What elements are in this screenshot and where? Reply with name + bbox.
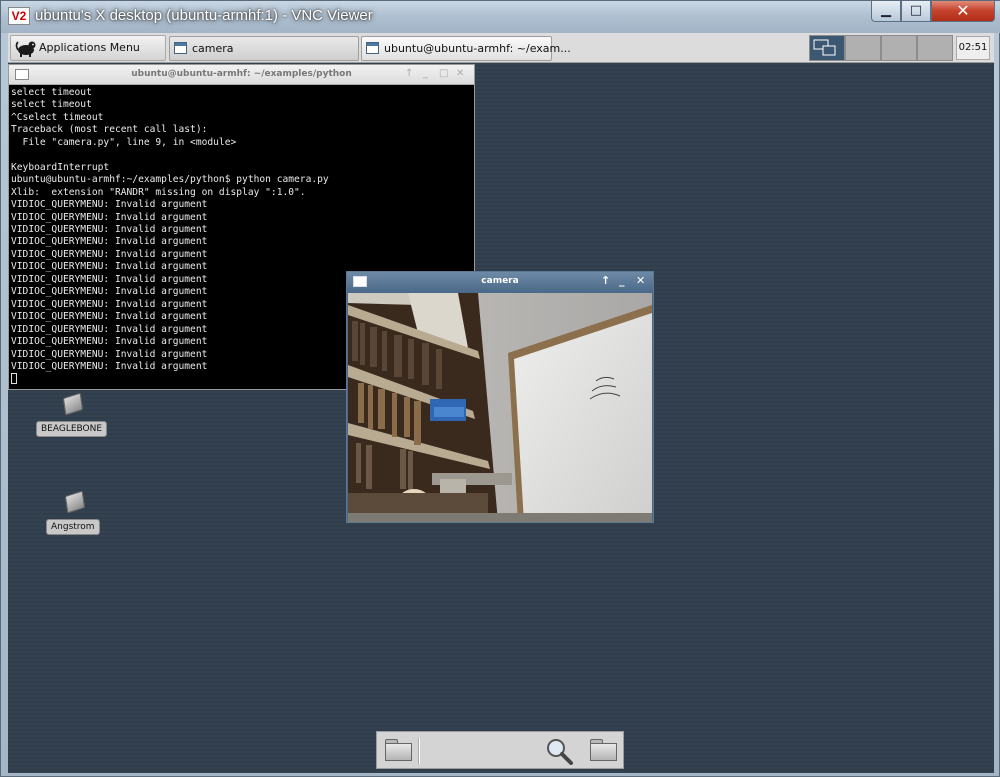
desktop-icon-label: BEAGLEBONE xyxy=(36,421,108,437)
dock-separator xyxy=(418,738,420,764)
terminal-line: VIDIOC_QUERYMENU: Invalid argument xyxy=(11,248,208,260)
terminal-line: select timeout xyxy=(11,99,92,111)
search-icon[interactable] xyxy=(544,737,574,765)
vnc-logo-icon: V2 xyxy=(8,7,30,25)
panel-clock[interactable]: 02:51 xyxy=(956,36,990,60)
terminal-line: VIDIOC_QUERYMENU: Invalid argument xyxy=(11,211,208,223)
workspace-4[interactable] xyxy=(917,35,953,61)
taskbar-item-camera[interactable]: camera xyxy=(169,36,359,61)
vnc-viewer-window: V2 ubuntu's X desktop (ubuntu-armhf:1) -… xyxy=(0,0,1000,777)
terminal-cursor xyxy=(11,373,17,385)
terminal-close-button[interactable]: ✕ xyxy=(456,68,464,79)
terminal-line: ubuntu@ubuntu-armhf:~/examples/python$ p… xyxy=(11,174,329,186)
camera-titlebar[interactable]: camera ↑ _ ✕ xyxy=(347,272,653,292)
camera-feed-image xyxy=(348,293,652,522)
terminal-line: Traceback (most recent call last): xyxy=(11,124,208,136)
terminal-minimize-button[interactable]: _ xyxy=(423,68,428,79)
folder-icon[interactable] xyxy=(590,739,617,761)
bottom-dock xyxy=(376,731,624,769)
workspace-switcher[interactable] xyxy=(809,35,954,61)
minimize-button[interactable]: ▁ xyxy=(871,1,901,22)
window-icon xyxy=(174,42,187,54)
window-icon xyxy=(366,42,379,54)
taskbar-item-terminal[interactable]: ubuntu@ubuntu-armhf: ~/exam... xyxy=(361,36,571,61)
desktop-icon-angstrom[interactable]: Angstrom xyxy=(46,489,116,543)
top-panel: Applications Menu camera ubuntu@ubuntu-a… xyxy=(8,33,994,63)
terminal-line: VIDIOC_QUERYMENU: Invalid argument xyxy=(11,223,208,235)
terminal-line: VIDIOC_QUERYMENU: Invalid argument xyxy=(11,236,208,248)
taskbar-item-label: camera xyxy=(192,42,234,55)
camera-close-button[interactable]: ✕ xyxy=(636,274,645,287)
desktop-icon-beaglebone[interactable]: BEAGLEBONE xyxy=(36,391,108,445)
close-button[interactable]: ✕ xyxy=(931,1,995,22)
xfce-mouse-icon xyxy=(15,41,36,57)
applications-menu-button[interactable]: Applications Menu xyxy=(10,35,166,61)
terminal-raise-button[interactable]: ↑ xyxy=(405,68,413,79)
vnc-window-title: ubuntu's X desktop (ubuntu-armhf:1) - VN… xyxy=(35,7,373,24)
terminal-line: ^Cselect timeout xyxy=(11,111,104,123)
workspace-2[interactable] xyxy=(845,35,881,61)
camera-window[interactable]: camera ↑ _ ✕ xyxy=(346,271,654,523)
terminal-titlebar[interactable]: ubuntu@ubuntu-armhf: ~/examples/python ↑… xyxy=(9,65,474,85)
maximize-button[interactable]: □ xyxy=(901,1,931,22)
workspace-3[interactable] xyxy=(881,35,917,61)
camera-minimize-button[interactable]: _ xyxy=(619,274,625,287)
terminal-maximize-button[interactable]: □ xyxy=(439,68,448,79)
terminal-line: VIDIOC_QUERYMENU: Invalid argument xyxy=(11,199,208,211)
camera-raise-button[interactable]: ↑ xyxy=(601,274,610,287)
workspace-1[interactable] xyxy=(809,35,845,61)
remote-desktop[interactable]: Applications Menu camera ubuntu@ubuntu-a… xyxy=(8,33,994,773)
taskbar-item-label: ubuntu@ubuntu-armhf: ~/exam... xyxy=(384,42,571,55)
workspace-windows-thumbnail xyxy=(813,39,836,56)
desktop-icon-label: Angstrom xyxy=(46,519,100,535)
vnc-titlebar[interactable]: V2 ubuntu's X desktop (ubuntu-armhf:1) -… xyxy=(1,1,1000,33)
drive-icon xyxy=(64,490,86,514)
folder-icon[interactable] xyxy=(385,739,412,761)
terminal-line: select timeout xyxy=(11,87,92,98)
drive-icon xyxy=(62,392,84,416)
terminal-line: Xlib: extension "RANDR" missing on displ… xyxy=(11,186,306,198)
terminal-line: KeyboardInterrupt xyxy=(11,161,110,173)
applications-menu-label: Applications Menu xyxy=(39,41,140,54)
terminal-line: File "camera.py", line 9, in <module> xyxy=(11,136,237,148)
